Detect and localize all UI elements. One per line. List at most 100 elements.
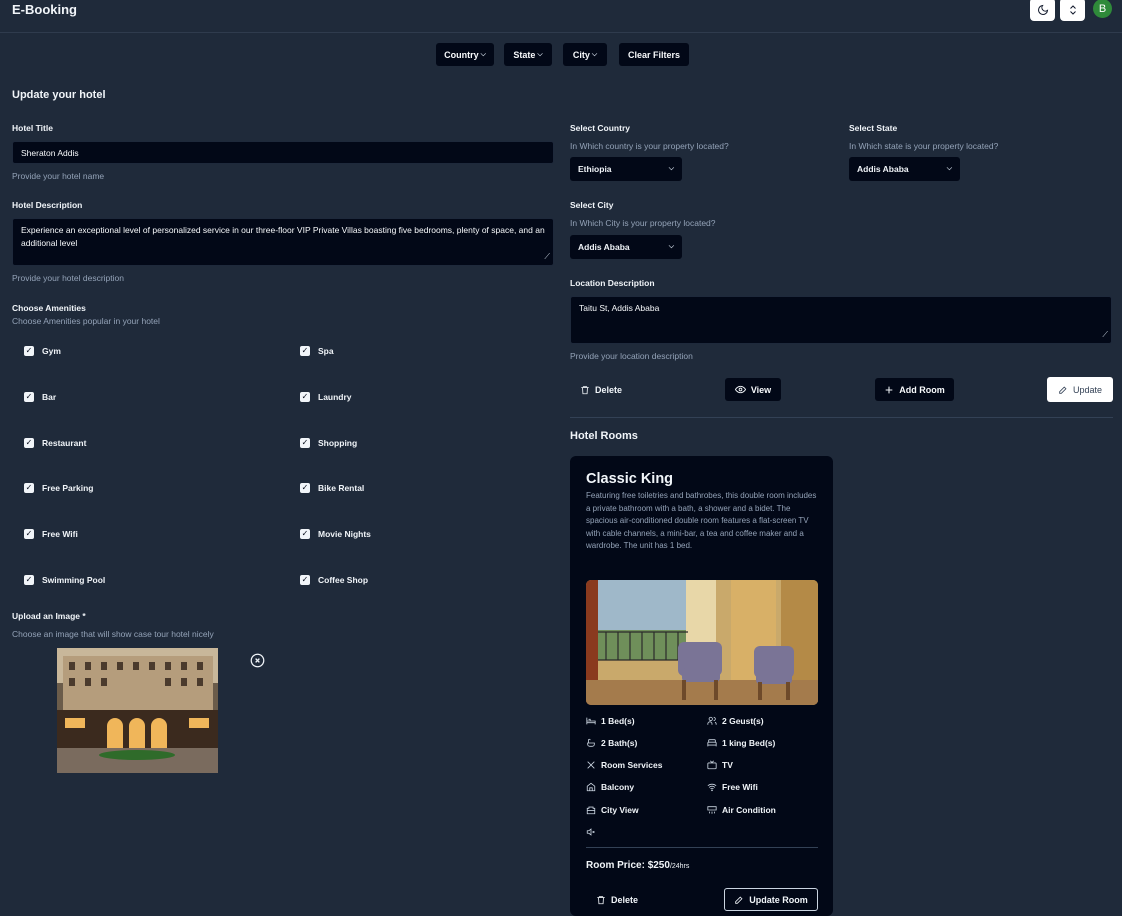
amenity-gym[interactable]: ✓ Gym: [24, 346, 61, 356]
add-room-label: Add Room: [899, 384, 945, 395]
checkbox[interactable]: ✓: [24, 438, 34, 448]
feature-room-services-label: Room Services: [601, 760, 663, 770]
amenity-shopping[interactable]: ✓ Shopping: [300, 438, 357, 448]
amenity-label: Swimming Pool: [42, 575, 106, 585]
amenity-label: Free Parking: [42, 483, 94, 493]
amenity-free-parking[interactable]: ✓ Free Parking: [24, 483, 94, 493]
amenity-laundry[interactable]: ✓ Laundry: [300, 392, 352, 402]
feature-baths: 2 Bath(s): [586, 738, 637, 748]
country-filter[interactable]: Country ⌵: [436, 43, 494, 66]
hotel-image: [57, 648, 218, 773]
update-room-button[interactable]: Update Room: [724, 888, 818, 911]
checkbox[interactable]: ✓: [24, 346, 34, 356]
checkbox[interactable]: ✓: [300, 483, 310, 493]
hotel-rooms-heading: Hotel Rooms: [570, 430, 638, 442]
select-state-label: Select State: [849, 123, 898, 133]
avatar[interactable]: B: [1093, 0, 1112, 18]
hotel-title-input[interactable]: Sheraton Addis: [12, 141, 554, 164]
checkbox[interactable]: ✓: [24, 483, 34, 493]
chevron-down-icon: ⌵: [668, 243, 674, 250]
bed-double-icon: [707, 739, 717, 747]
amenity-label: Laundry: [318, 392, 352, 402]
castle-icon: [586, 806, 596, 815]
top-bar: E-Booking B: [0, 0, 1122, 33]
country-select-value: Ethiopia: [578, 164, 612, 174]
state-select[interactable]: Addis Ababa ⌵: [849, 157, 960, 181]
amenity-bike-rental[interactable]: ✓ Bike Rental: [300, 483, 364, 493]
home-icon: [586, 782, 596, 792]
update-hotel-button[interactable]: Update: [1047, 377, 1113, 402]
delete-hotel-button[interactable]: Delete: [576, 378, 626, 401]
amenity-label: Bike Rental: [318, 483, 365, 493]
checkbox[interactable]: ✓: [300, 346, 310, 356]
country-filter-label: Country: [444, 49, 479, 60]
city-filter-label: City: [572, 49, 590, 60]
amenity-label: Movie Nights: [318, 529, 371, 539]
amenity-restaurant[interactable]: ✓ Restaurant: [24, 438, 86, 448]
chevron-down-icon: ⌵: [946, 165, 952, 172]
sort-toggle-button[interactable]: [1060, 0, 1085, 21]
room-image: [586, 580, 818, 705]
theme-toggle-button[interactable]: [1030, 0, 1055, 21]
feature-tv-label: TV: [722, 760, 733, 770]
hotel-title-hint: Provide your hotel name: [12, 171, 105, 181]
select-city-label: Select City: [570, 200, 614, 210]
hotel-description-input[interactable]: Experience an exceptional level of perso…: [12, 218, 554, 266]
state-filter[interactable]: State ⌵: [504, 43, 552, 66]
resize-grip-icon[interactable]: ⟋: [1102, 328, 1108, 341]
amenity-label: Spa: [318, 346, 334, 356]
chevrons-up-down-icon: [1069, 4, 1076, 15]
chevron-down-icon: ⌵: [480, 50, 486, 58]
location-description-label: Location Description: [570, 278, 655, 288]
feature-king-beds: 1 king Bed(s): [707, 738, 775, 748]
view-hotel-button[interactable]: View: [725, 378, 781, 401]
checkbox[interactable]: ✓: [300, 438, 310, 448]
room-description: Featuring free toiletries and bathrobes,…: [586, 491, 817, 550]
trash-icon: [581, 385, 589, 394]
checkbox[interactable]: ✓: [24, 392, 34, 402]
country-select[interactable]: Ethiopia ⌵: [570, 157, 682, 181]
add-room-button[interactable]: Add Room: [875, 378, 954, 401]
feature-sound: [586, 827, 596, 837]
image-upload-label: Upload an Image *: [12, 611, 86, 621]
room-price-unit: /24hrs: [669, 863, 690, 870]
feature-beds: 1 Bed(s): [586, 716, 635, 726]
hotel-description-hint: Provide your hotel description: [12, 273, 124, 283]
card-divider: [586, 847, 818, 848]
location-description-text: Taitu St, Addis Ababa: [579, 303, 660, 313]
select-country-label: Select Country: [570, 123, 630, 133]
amenity-bar[interactable]: ✓ Bar: [24, 392, 56, 402]
checkbox[interactable]: ✓: [300, 529, 310, 539]
city-select-value: Addis Ababa: [578, 242, 630, 252]
volume-mute-icon: [586, 828, 595, 836]
delete-hotel-label: Delete: [594, 384, 622, 395]
checkbox[interactable]: ✓: [300, 392, 310, 402]
amenity-coffee-shop[interactable]: ✓ Coffee Shop: [300, 575, 368, 585]
amenity-label: Bar: [42, 392, 57, 402]
amenities-hint: Choose Amenities popular in your hotel: [12, 316, 160, 326]
checkbox[interactable]: ✓: [24, 575, 34, 585]
remove-image-button[interactable]: [250, 653, 265, 668]
section-divider: [570, 417, 1113, 418]
clear-filters-button[interactable]: Clear Filters: [619, 43, 689, 66]
checkbox[interactable]: ✓: [24, 529, 34, 539]
feature-view-label: City View: [601, 805, 639, 815]
delete-room-button[interactable]: Delete: [592, 888, 642, 911]
trash-icon: [597, 895, 605, 904]
update-room-label: Update Room: [749, 894, 808, 905]
moon-icon: [1037, 4, 1048, 15]
city-select[interactable]: Addis Ababa ⌵: [570, 235, 682, 259]
amenity-movie-nights[interactable]: ✓ Movie Nights: [300, 529, 371, 539]
amenity-swimming-pool[interactable]: ✓ Swimming Pool: [24, 575, 105, 585]
feature-baths-label: 2 Bath(s): [601, 738, 638, 748]
location-description-input[interactable]: Taitu St, Addis Ababa ⟋: [570, 296, 1112, 344]
checkbox[interactable]: ✓: [300, 575, 310, 585]
chevron-down-icon: ⌵: [537, 50, 543, 58]
feature-balcony-label: Balcony: [601, 782, 635, 792]
amenity-spa[interactable]: ✓ Spa: [300, 346, 334, 356]
room-card: Classic King Featuring free toiletries a…: [570, 456, 833, 916]
app-title: E-Booking: [12, 2, 77, 17]
city-filter[interactable]: City ⌵: [563, 43, 607, 66]
resize-grip-icon[interactable]: ⟋: [544, 250, 550, 263]
amenity-free-wifi[interactable]: ✓ Free Wifi: [24, 529, 78, 539]
